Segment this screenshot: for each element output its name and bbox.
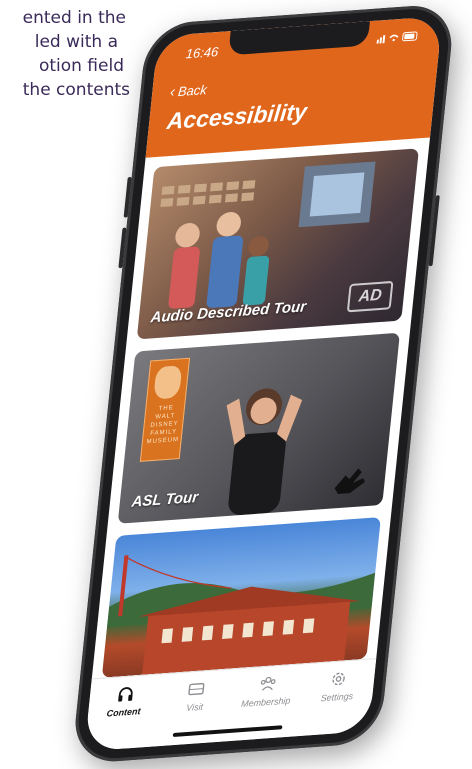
people-icon: [260, 676, 276, 691]
tour-card-title: ASL Tour: [130, 488, 199, 511]
building-photo: [107, 555, 376, 675]
signer-photo: [226, 388, 303, 516]
gear-icon: [332, 672, 346, 686]
tab-visit[interactable]: Visit: [156, 677, 232, 746]
chevron-left-icon: ‹: [169, 83, 176, 101]
back-label: Back: [177, 81, 208, 100]
signal-wifi-battery-icon: [376, 31, 418, 44]
power-button: [428, 195, 440, 267]
audio-description-icon: AD: [346, 280, 394, 313]
page-title: Accessibility: [165, 97, 309, 135]
logo-line: MUSEUM: [146, 436, 180, 446]
tab-content[interactable]: Content: [85, 683, 161, 752]
sign-language-icon: [334, 468, 365, 494]
ticket-icon: [188, 682, 205, 696]
tour-card-asl[interactable]: THE WALT DISNEY FAMILY MUSEUM ASL Tour: [117, 332, 400, 524]
volume-up-button: [123, 176, 132, 218]
back-button[interactable]: ‹ Back: [169, 81, 207, 101]
logo-face-image: [153, 365, 183, 400]
tour-card-audio-described[interactable]: Audio Described Tour AD: [136, 148, 420, 340]
museum-logo: THE WALT DISNEY FAMILY MUSEUM: [139, 357, 191, 462]
tab-label: Membership: [240, 695, 291, 710]
phone-screen: 16:46 ‹ Back Accessibility Audio Describ…: [84, 15, 443, 752]
phone-mockup: 16:46 ‹ Back Accessibility Audio Describ…: [42, 2, 456, 769]
caption-line: otion field: [38, 56, 124, 76]
tab-label: Content: [106, 706, 142, 719]
headphones-icon: [117, 687, 133, 702]
tab-label: Visit: [185, 701, 204, 713]
caption-line: the contents: [22, 80, 130, 100]
caption-line: led with a: [34, 32, 118, 52]
tab-settings[interactable]: Settings: [298, 667, 374, 736]
volume-down-button: [118, 227, 127, 269]
phone-body: 16:46 ‹ Back Accessibility Audio Describ…: [71, 2, 456, 765]
logo-text: THE WALT DISNEY FAMILY MUSEUM: [144, 403, 184, 446]
status-time: 16:46: [185, 43, 220, 62]
status-icons: [376, 30, 419, 47]
tab-label: Settings: [320, 690, 354, 704]
caption-line: ented in the: [22, 8, 126, 28]
tour-card-presidio[interactable]: [101, 517, 381, 678]
tour-list[interactable]: Audio Described Tour AD THE WALT DISNEY …: [92, 138, 430, 679]
